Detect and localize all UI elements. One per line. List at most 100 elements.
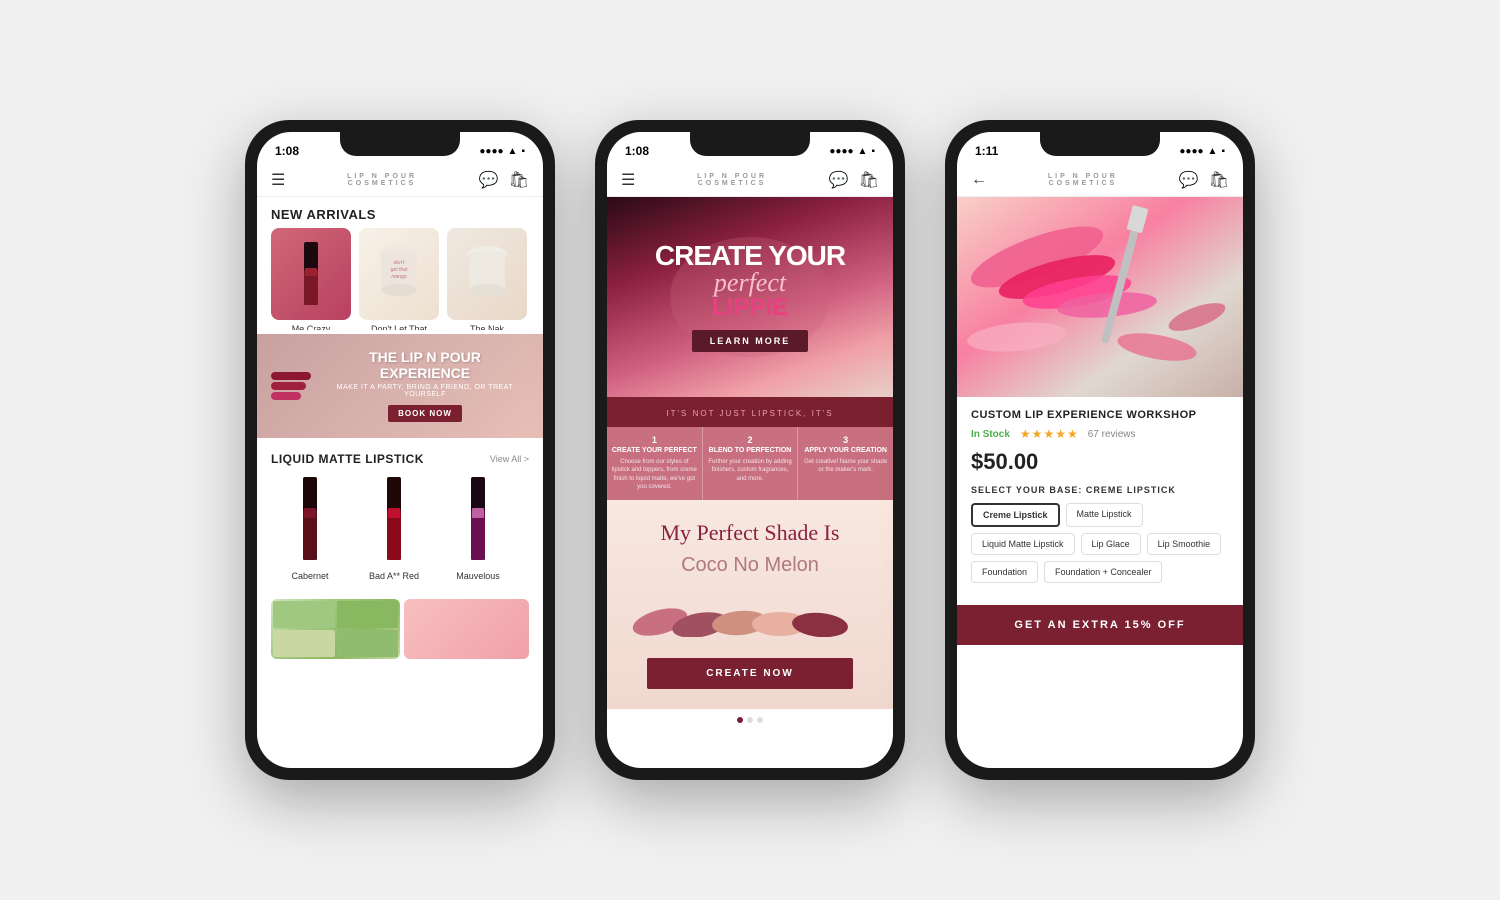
svg-text:mango: mango <box>391 274 407 280</box>
view-all-link[interactable]: View All > <box>490 454 529 464</box>
star-1: ★ <box>1020 427 1031 441</box>
product-hero-image <box>957 197 1243 397</box>
option-lip-glace[interactable]: Lip Glace <box>1081 533 1141 555</box>
product-details: CUSTOM LIP EXPERIENCE WORKSHOP In Stock … <box>957 397 1243 605</box>
phone-1-content: NEW ARRIVALS Me Crazy <box>257 197 543 763</box>
status-time-2: 1:08 <box>625 144 649 158</box>
option-foundation-concealer[interactable]: Foundation + Concealer <box>1044 561 1162 583</box>
in-stock-badge: In Stock <box>971 429 1010 440</box>
cart-icon-2[interactable]: 🛍 <box>859 170 879 190</box>
notch-3 <box>1040 132 1160 156</box>
phone-1: 1:08 ●●●● ▲ ▪ ☰ LIP N POUR COSMETICS 💬 🛍 <box>245 120 555 780</box>
option-matte-lipstick[interactable]: Matte Lipstick <box>1066 503 1143 527</box>
step-2-num: 2 <box>707 435 794 445</box>
back-button[interactable]: ← <box>971 171 987 189</box>
steps-header-text: IT'S NOT JUST LIPSTICK, IT'S <box>666 409 833 418</box>
steps-header-bar: IT'S NOT JUST LIPSTICK, IT'S <box>607 397 893 427</box>
learn-more-button[interactable]: LEARN MORE <box>692 330 809 352</box>
signal-icon-3: ●●●● <box>1179 146 1203 157</box>
hero-perfect: perfect <box>655 270 845 296</box>
select-base-label: SELECT YOUR BASE: CREME LIPSTICK <box>971 485 1229 495</box>
wifi-icon-3: ▲ <box>1208 146 1218 157</box>
create-now-button[interactable]: CREATE NOW <box>647 658 853 689</box>
product-img-me-crazy <box>271 228 351 320</box>
wifi-icon: ▲ <box>508 146 518 157</box>
nav-bar-2: ☰ LIP N POUR COSMETICS 💬 🛍 <box>607 164 893 197</box>
star-4: ★ <box>1055 427 1066 441</box>
step-1: 1 CREATE YOUR PERFECT Choose from our st… <box>607 427 703 500</box>
notch <box>340 132 460 156</box>
phone-2-content: CREATE YOUR perfect LIPPIE LEARN MORE IT… <box>607 197 893 763</box>
cart-icon-1[interactable]: 🛍 <box>509 170 529 190</box>
product-img-mango: don't get that mango <box>359 228 439 320</box>
product-label-me-crazy: Me Crazy <box>271 324 351 330</box>
cart-icon-3[interactable]: 🛍 <box>1209 170 1229 190</box>
lipstick-name-cabernet: Cabernet <box>271 571 349 581</box>
svg-text:get that: get that <box>391 267 408 273</box>
product-me-crazy[interactable]: Me Crazy <box>271 228 351 320</box>
option-liquid-matte[interactable]: Liquid Matte Lipstick <box>971 533 1075 555</box>
option-creme-lipstick[interactable]: Creme Lipstick <box>971 503 1060 527</box>
nav-logo-2: LIP N POUR COSMETICS <box>635 173 828 187</box>
dot-1[interactable] <box>737 717 743 723</box>
pink-photo <box>404 599 529 659</box>
nav-icons-right-2: 💬 🛍 <box>829 170 879 190</box>
phone-2: 1:08 ●●●● ▲ ▪ ☰ LIP N POUR COSMETICS 💬 🛍 <box>595 120 905 780</box>
product-nak[interactable]: The Nak <box>447 228 527 320</box>
menu-icon-2[interactable]: ☰ <box>621 170 635 190</box>
shade-coco-text: Coco No Melon <box>621 554 879 577</box>
menu-icon-1[interactable]: ☰ <box>271 170 285 190</box>
step-3: 3 APPLY YOUR CREATION Get creative! Name… <box>798 427 893 500</box>
cta-button[interactable]: GET AN EXTRA 15% OFF <box>957 605 1243 645</box>
lipstick-img-bad-red <box>355 472 433 567</box>
banner-title-2: EXPERIENCE <box>321 366 529 381</box>
product-price: $50.00 <box>971 449 1229 475</box>
liquid-section-header: LIQUID MATTE LIPSTICK View All > <box>257 442 543 472</box>
step-3-num: 3 <box>802 435 889 445</box>
scene: 1:08 ●●●● ▲ ▪ ☰ LIP N POUR COSMETICS 💬 🛍 <box>205 80 1295 820</box>
option-foundation[interactable]: Foundation <box>971 561 1038 583</box>
step-1-desc: Choose from our styles of lipstick and t… <box>611 458 698 492</box>
step-2-title: BLEND TO PERFECTION <box>707 447 794 454</box>
new-arrivals-title: NEW ARRIVALS <box>257 197 543 228</box>
dot-2[interactable] <box>747 717 753 723</box>
lipstick-products-row: Cabernet Bad A** Red <box>257 472 543 581</box>
product-mango[interactable]: don't get that mango Don't Let That Mang… <box>359 228 439 320</box>
lipstick-name-mauvelous: Mauvelous <box>439 571 517 581</box>
phone-3-content: CUSTOM LIP EXPERIENCE WORKSHOP In Stock … <box>957 197 1243 763</box>
chat-icon-3[interactable]: 💬 <box>1179 170 1199 190</box>
hero-banner: CREATE YOUR perfect LIPPIE LEARN MORE <box>607 197 893 397</box>
chat-icon-2[interactable]: 💬 <box>829 170 849 190</box>
step-3-desc: Get creative! Name your shade or the mak… <box>802 458 889 475</box>
step-2: 2 BLEND TO PERFECTION Further your creat… <box>703 427 799 500</box>
floral-photo <box>271 599 400 659</box>
product-image-svg <box>957 197 1243 397</box>
dot-3[interactable] <box>757 717 763 723</box>
lipstick-mauvelous[interactable]: Mauvelous <box>439 472 517 581</box>
chat-icon-1[interactable]: 💬 <box>479 170 499 190</box>
lipstick-cabernet[interactable]: Cabernet <box>271 472 349 581</box>
options-grid: Creme Lipstick Matte Lipstick Liquid Mat… <box>971 503 1229 583</box>
product-img-nak <box>447 228 527 320</box>
bottom-photos <box>257 591 543 667</box>
star-2: ★ <box>1032 427 1043 441</box>
step-3-title: APPLY YOUR CREATION <box>802 447 889 454</box>
status-time-3: 1:11 <box>975 144 998 158</box>
option-lip-smoothie[interactable]: Lip Smoothie <box>1147 533 1222 555</box>
step-1-num: 1 <box>611 435 698 445</box>
page-dots <box>607 709 893 731</box>
book-now-button[interactable]: BOOK NOW <box>388 405 462 422</box>
svg-text:don't: don't <box>394 260 405 266</box>
battery-icon: ▪ <box>521 146 525 157</box>
lipstick-img-cabernet <box>271 472 349 567</box>
star-3: ★ <box>1043 427 1054 441</box>
product-status-row: In Stock ★ ★ ★ ★ ★ 67 reviews <box>971 427 1229 441</box>
lipstick-bad-red[interactable]: Bad A** Red <box>355 472 433 581</box>
star-rating: ★ ★ ★ ★ ★ <box>1020 427 1078 441</box>
hero-text: CREATE YOUR perfect LIPPIE LEARN MORE <box>655 242 845 352</box>
reviews-count: 67 reviews <box>1088 429 1136 440</box>
step-1-title: CREATE YOUR PERFECT <box>611 447 698 454</box>
banner-text: THE LIP N POUR EXPERIENCE MAKE IT A PART… <box>321 350 529 422</box>
banner-title-1: THE LIP N POUR <box>321 350 529 365</box>
step-2-desc: Further your creation by adding finisher… <box>707 458 794 483</box>
